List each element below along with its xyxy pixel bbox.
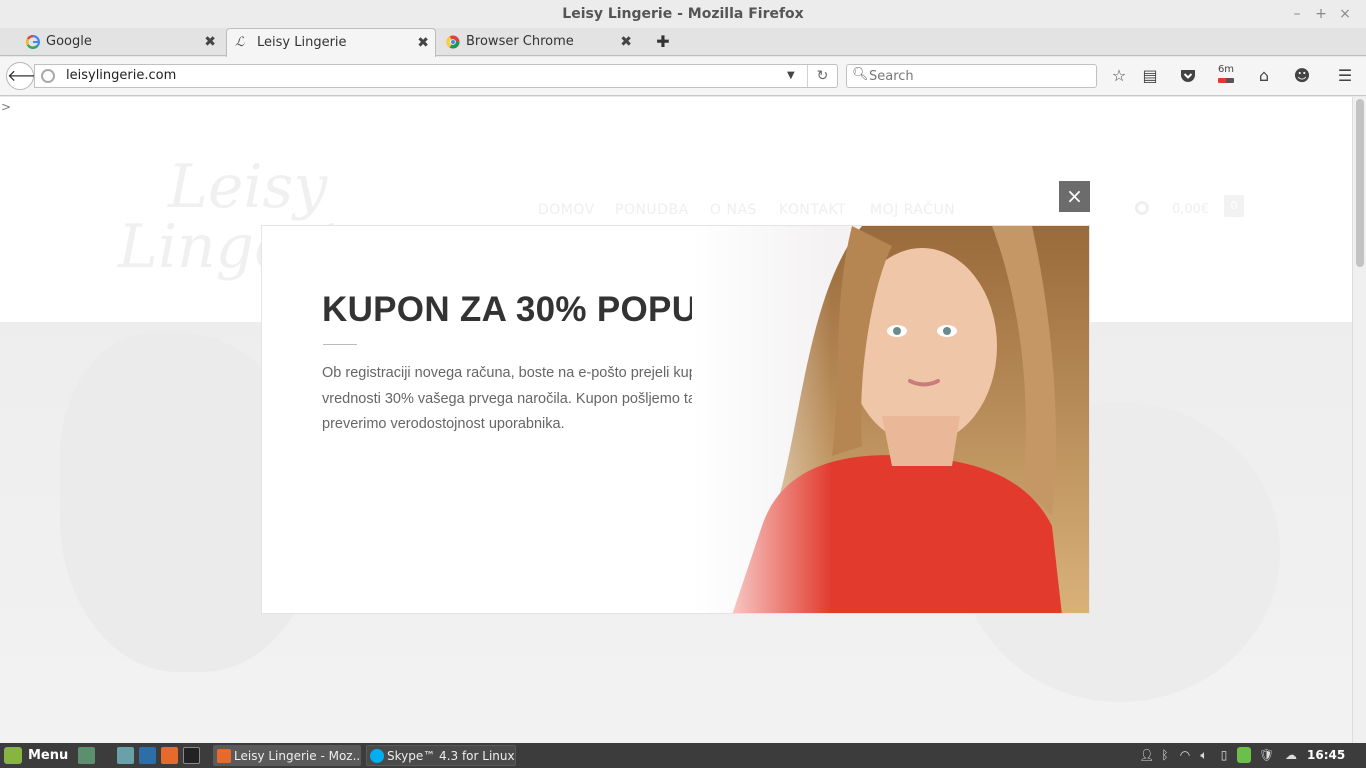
bluetooth-icon[interactable]: ᛒ <box>1158 747 1172 763</box>
system-taskbar: Menu Leisy Lingerie - Moz... Skype™ 4.3 … <box>0 743 1366 768</box>
leisy-favicon-icon: ℒ <box>235 35 245 50</box>
modal-title: KUPON ZA 30% POPUST <box>322 290 743 329</box>
hamburger-menu-icon[interactable]: ☰ <box>1333 64 1357 88</box>
pocket-shield-icon <box>1181 70 1195 82</box>
task-firefox[interactable]: Leisy Lingerie - Moz... <box>213 745 361 766</box>
tab-strip: Google ✖ ℒ Leisy Lingerie ✖ Browser Chro… <box>0 28 1366 57</box>
tab-label: Google <box>46 34 92 49</box>
tab-leisy-lingerie[interactable]: ℒ Leisy Lingerie ✖ <box>226 28 436 57</box>
start-menu-label: Menu <box>28 748 69 763</box>
scrollbar-thumb[interactable] <box>1356 99 1364 267</box>
chat-icon[interactable]: ☻ <box>1290 64 1314 88</box>
url-bar[interactable]: leisylingerie.com ▼ ↻ <box>34 64 838 88</box>
close-tab-icon[interactable]: ✖ <box>417 29 429 57</box>
close-tab-icon[interactable]: ✖ <box>204 28 216 56</box>
coupon-modal: KUPON ZA 30% POPUST Ob registraciji nove… <box>261 225 1090 614</box>
timer-addon-label: 6m <box>1217 64 1235 75</box>
battery-icon[interactable]: ▯ <box>1217 747 1231 763</box>
pocket-icon[interactable] <box>1176 64 1200 88</box>
task-skype[interactable]: Skype™ 4.3 for Linux <box>366 745 516 766</box>
shield-icon[interactable]: 🛡︎ <box>1259 747 1274 763</box>
firefox-task-icon <box>217 749 231 763</box>
maximize-button[interactable]: + <box>1309 0 1333 28</box>
reading-list-icon[interactable]: ▤ <box>1138 64 1162 88</box>
back-arrow-icon[interactable]: 🡐 <box>6 62 50 90</box>
search-input[interactable] <box>869 67 1089 85</box>
window-titlebar: Leisy Lingerie - Mozilla Firefox – + × <box>0 0 1366 28</box>
close-tab-icon[interactable]: ✖ <box>620 28 632 56</box>
user-icon[interactable]: 👤︎ <box>1139 747 1154 763</box>
url-dropdown-arrow-icon[interactable]: ▼ <box>787 65 795 87</box>
timer-progress-bar <box>1218 78 1234 83</box>
chrome-icon <box>446 35 460 49</box>
appstore-icon[interactable] <box>139 747 156 764</box>
task-label: Skype™ 4.3 for Linux <box>387 749 515 763</box>
show-desktop-icon[interactable] <box>78 747 95 764</box>
model-photo <box>692 226 1089 613</box>
wifi-icon[interactable]: ◠ <box>1178 747 1192 763</box>
files-icon[interactable] <box>117 747 134 764</box>
bookmark-star-icon[interactable]: ☆ <box>1107 64 1131 88</box>
url-text[interactable]: leisylingerie.com <box>66 65 176 87</box>
magnifier-icon: 🔍︎ <box>852 67 869 82</box>
notes-icon[interactable] <box>1237 747 1251 763</box>
terminal-icon[interactable] <box>183 747 200 764</box>
tab-browser-chrome[interactable]: Browser Chrome ✖ <box>444 28 638 56</box>
new-tab-plus-icon[interactable]: ✚ <box>654 28 672 56</box>
reload-icon[interactable]: ↻ <box>807 65 837 87</box>
minimize-button[interactable]: – <box>1285 0 1309 28</box>
page-scrollbar[interactable] <box>1352 97 1366 743</box>
google-icon <box>26 35 40 49</box>
web-page: > Leisy Lingerie DOMOV PONUDBA O NAS KON… <box>0 97 1352 743</box>
site-identity-globe-icon[interactable] <box>41 69 55 83</box>
home-icon[interactable]: ⌂ <box>1252 64 1276 88</box>
modal-body-text: Ob registraciji novega računa, boste na … <box>322 365 738 432</box>
window-close-button[interactable]: × <box>1333 0 1357 28</box>
tab-label: Leisy Lingerie <box>257 35 347 50</box>
cloud-icon[interactable]: ☁ <box>1284 747 1298 763</box>
timer-addon-icon[interactable]: 6m <box>1216 64 1236 88</box>
tab-label: Browser Chrome <box>466 34 574 49</box>
task-label: Leisy Lingerie - Moz... <box>234 749 361 763</box>
search-bar[interactable]: 🔍︎ <box>846 64 1097 88</box>
start-menu-button[interactable]: Menu <box>4 745 68 766</box>
skype-task-icon <box>370 749 384 763</box>
volume-icon[interactable]: 🔈︎ <box>1197 747 1211 763</box>
firefox-icon[interactable] <box>161 747 178 764</box>
tab-google[interactable]: Google ✖ <box>24 28 222 56</box>
modal-close-button[interactable]: × <box>1059 181 1090 212</box>
clock: 16:45 <box>1307 748 1346 762</box>
title-divider <box>323 344 357 345</box>
window-title: Leisy Lingerie - Mozilla Firefox <box>562 6 804 22</box>
mint-logo-icon <box>4 747 22 764</box>
